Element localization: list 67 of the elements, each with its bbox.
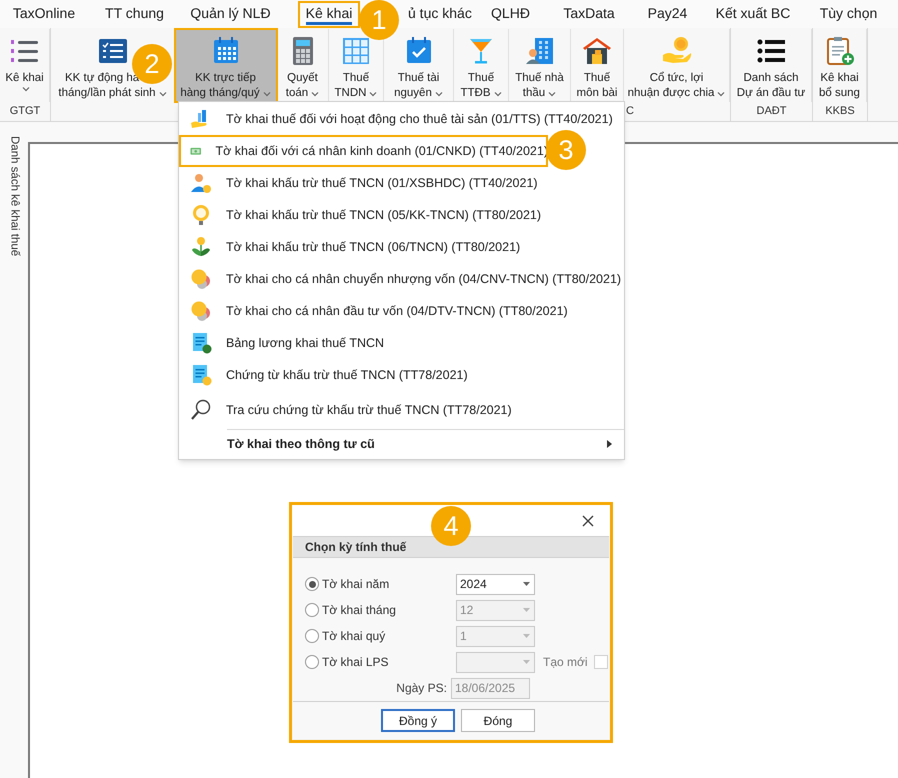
group-label: GTGT — [10, 104, 40, 120]
date-label: Ngày PS: — [395, 680, 448, 697]
building-worker-icon — [524, 35, 556, 67]
menu-tab[interactable]: TaxData — [555, 0, 623, 28]
dialog-button[interactable]: Đóng — [461, 709, 535, 732]
close-icon[interactable] — [582, 514, 594, 526]
ribbon-button[interactable]: Kê khai — [0, 29, 50, 102]
table-icon — [340, 35, 372, 67]
search-icon — [190, 399, 212, 421]
group-label: DAĐT — [756, 104, 786, 120]
warehouse-icon — [581, 35, 613, 67]
chevron-icon — [262, 90, 271, 96]
chevron-icon — [434, 90, 443, 96]
menu-tab[interactable]: Kết xuất BC — [708, 0, 798, 28]
document-coin-icon — [190, 364, 212, 386]
chevron-icon — [22, 86, 30, 92]
menu-item[interactable]: Tờ khai cho cá nhân chuyển nhượng vốn (04/CNV-TNCN) (TT80/2021) — [179, 263, 624, 295]
chevron-icon — [158, 90, 167, 96]
radio-label: Tờ khai tháng — [322, 602, 396, 619]
menu-item[interactable]: Tờ khai cho cá nhân đầu tư vốn (04/DTV-TNCN) (TT80/2021) — [179, 295, 624, 327]
chevron-icon — [311, 90, 320, 96]
dropdown-arrow-icon — [523, 608, 530, 612]
menu-tab[interactable]: Tùy chọn — [812, 0, 886, 28]
ribbon-button[interactable]: Kê khai bổ sung — [813, 29, 867, 102]
radio-label: Tờ khai năm — [322, 576, 390, 593]
menu-tab[interactable]: Pay24 — [640, 0, 696, 28]
menu-tab[interactable]: TaxOnline — [4, 0, 84, 28]
plant-coin-icon — [190, 236, 212, 258]
menu-tab[interactable]: ủ tục khác — [400, 0, 480, 28]
group-label: KKBS — [825, 104, 855, 120]
menu-item[interactable]: Bảng lương khai thuế TNCN — [179, 327, 624, 359]
chevron-icon — [369, 90, 378, 96]
submenu-item[interactable]: Tờ khai theo thông tư cũ — [179, 430, 624, 458]
menu-item[interactable]: Chứng từ khấu trừ thuế TNCN (TT78/2021) — [179, 359, 624, 391]
submenu-arrow-icon — [607, 440, 612, 448]
person-coin-icon — [190, 172, 212, 194]
checkbox-label: Tạo mới — [543, 654, 588, 671]
coins-icon — [190, 300, 212, 322]
ribbon-button[interactable]: KK trực tiếp hàng tháng/quý — [175, 29, 277, 102]
menu-item[interactable]: Tờ khai đối với cá nhân kinh doanh (01/CNKD) (TT40/2021) — [179, 135, 548, 167]
menu-item[interactable]: Tờ khai khấu trừ thuế TNCN (06/TNCN) (TT80/2021) — [179, 231, 624, 263]
chevron-icon — [717, 90, 726, 96]
ribbon-button[interactable]: Cổ tức, lợi nhuận được chia — [624, 29, 730, 102]
section-title: Chọn kỳ tính thuế — [305, 539, 406, 556]
dialog-button[interactable]: Đồng ý — [381, 709, 455, 732]
radio-label: Tờ khai LPS — [322, 654, 389, 671]
menu-tab[interactable]: QLHĐ — [483, 0, 538, 28]
menu-item[interactable]: Tra cứu chứng từ khấu trừ thuế TNCN (TT78/2021) — [179, 391, 624, 429]
coin-bulb-icon — [190, 204, 212, 226]
menu-item[interactable]: Tờ khai khấu trừ thuế TNCN (05/KK-TNCN) (TT80/2021) — [179, 199, 624, 231]
side-panel-title: Danh sách kê khai thuế — [8, 136, 22, 258]
radio-button[interactable] — [305, 577, 319, 591]
dropdown-arrow-icon — [523, 634, 530, 638]
menu-item[interactable]: Tờ khai khấu trừ thuế TNCN (01/XSBHDC) (TT40/2021) — [179, 167, 624, 199]
chevron-icon — [494, 90, 502, 96]
dropdown-field[interactable]: 2024 — [456, 574, 535, 594]
checkbox[interactable] — [594, 655, 608, 669]
chevron-icon — [548, 90, 556, 96]
menu-tab[interactable]: Quản lý NLĐ — [182, 0, 279, 28]
radio-label: Tờ khai quý — [322, 628, 386, 645]
ribbon-button[interactable]: Danh sách Dự án đầu tư — [731, 29, 812, 102]
dropdown-arrow-icon — [523, 660, 530, 664]
coins-icon — [190, 268, 212, 290]
document-coin-icon — [190, 332, 212, 354]
menu-tab[interactable]: TT chung — [97, 0, 172, 28]
group-label: C — [626, 104, 634, 120]
dropdown-arrow-icon — [523, 582, 530, 586]
